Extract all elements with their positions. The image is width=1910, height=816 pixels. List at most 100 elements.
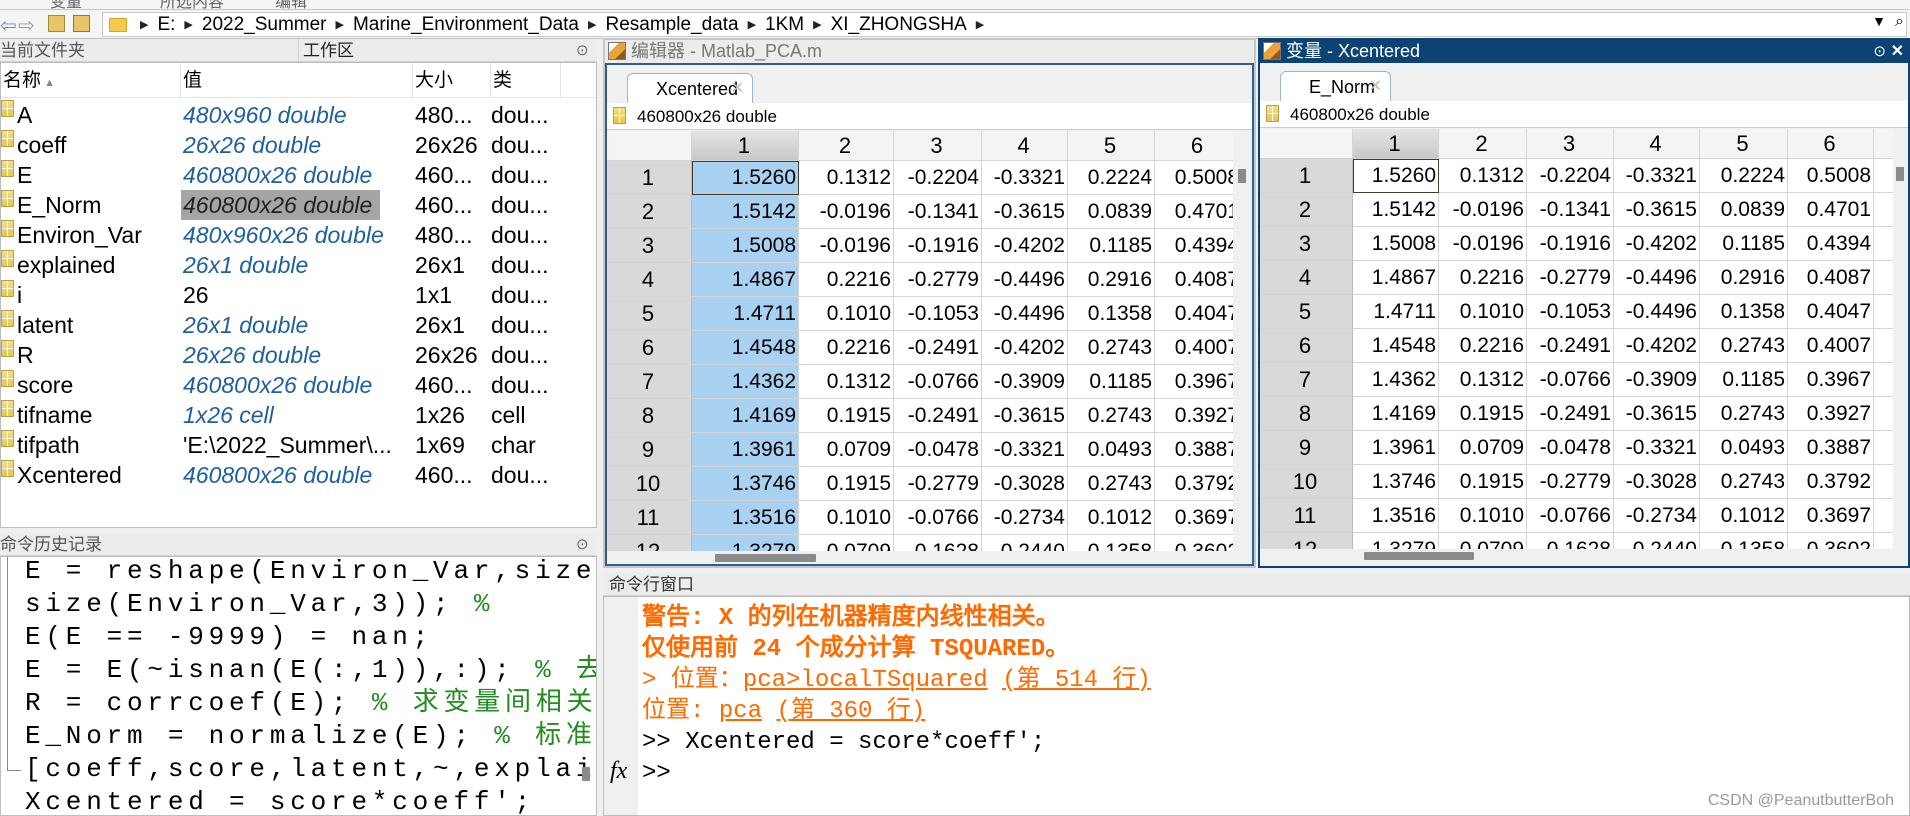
grid-cell[interactable]: 1.3746 [1353, 465, 1439, 499]
grid-cell[interactable]: 0.3887 [1788, 431, 1874, 465]
grid-cell[interactable]: -0.1053 [894, 297, 982, 331]
row-header[interactable]: 12 [1260, 533, 1353, 549]
grid-cell[interactable]: 0.1185 [1700, 227, 1788, 261]
column-header[interactable] [1874, 129, 1893, 159]
history-entry[interactable]: E(E == -9999) = nan; [25, 621, 433, 654]
grid-cell[interactable]: 0.3927 [1788, 397, 1874, 431]
command-prompt[interactable]: >> [642, 759, 671, 789]
window-menu-icon[interactable]: ⊙ [1873, 40, 1886, 63]
grid-cell[interactable]: -0.2779 [894, 467, 982, 501]
row-header[interactable]: 7 [607, 365, 692, 399]
grid-cell[interactable]: -0.2779 [1527, 465, 1614, 499]
grid-cell[interactable]: -0.3615 [1614, 193, 1700, 227]
grid-cell[interactable]: 1.4548 [692, 331, 799, 365]
workspace-row[interactable]: E_Norm 460800x26 double 460... dou... [1, 190, 596, 220]
column-header[interactable]: 1 [692, 131, 799, 161]
grid-cell[interactable]: -0.2491 [894, 399, 982, 433]
grid-cell[interactable]: 0.5008 [1788, 159, 1874, 193]
toolstrip-section[interactable]: 变量 [50, 0, 82, 9]
grid-cell[interactable]: 0.3697 [1788, 499, 1874, 533]
grid-cell[interactable]: 1.3279 [1353, 533, 1439, 549]
history-entry[interactable]: R = corrcoef(E); % 求变量间相关系数 [25, 687, 596, 720]
grid-cell[interactable]: -0.4202 [982, 331, 1068, 365]
workspace-row[interactable]: E 460800x26 double 460... dou... [1, 160, 596, 190]
grid-cell[interactable]: 0.2216 [799, 263, 894, 297]
workspace-row[interactable]: tifname 1x26 cell 1x26 cell [1, 400, 596, 430]
grid-cell[interactable]: 0.4701 [1788, 193, 1874, 227]
workspace-tab[interactable]: 工作区 [298, 39, 354, 62]
grid-cell[interactable]: -0.3909 [982, 365, 1068, 399]
grid-cell[interactable]: 0.0709 [1439, 533, 1527, 549]
grid-cell[interactable]: 0.1358 [1068, 535, 1155, 551]
grid-cell[interactable]: 0.2743 [1700, 397, 1788, 431]
tab-xcentered[interactable]: Xcentered ✕ [627, 73, 753, 103]
history-entry[interactable]: E = E(~isnan(E(:,1)),:); % 去除变量中的... [25, 654, 596, 687]
grid-cell[interactable]: 0.1312 [1439, 363, 1527, 397]
row-header[interactable]: 7 [1260, 363, 1353, 397]
grid-cell[interactable]: 1.5142 [1353, 193, 1439, 227]
grid-cell[interactable]: 1.4362 [1353, 363, 1439, 397]
close-icon[interactable]: ✕ [731, 74, 744, 104]
grid-cell[interactable]: -0.2734 [982, 501, 1068, 535]
grid-cell[interactable]: 0.2743 [1068, 331, 1155, 365]
grid-cell[interactable]: 0.0839 [1700, 193, 1788, 227]
column-header[interactable]: 6 [1788, 129, 1874, 159]
grid-cell[interactable]: 0.0709 [799, 433, 894, 467]
search-icon[interactable]: ⌕ [1895, 13, 1904, 31]
row-header[interactable]: 11 [607, 501, 692, 535]
grid-cell[interactable] [1874, 363, 1893, 397]
row-header[interactable]: 11 [1260, 499, 1353, 533]
function-link[interactable]: pca>localTSquared [743, 667, 988, 694]
grid-cell[interactable] [1874, 193, 1893, 227]
path-segment[interactable]: Marine_Environment_Data [353, 14, 579, 36]
history-entry[interactable]: size(Environ_Var,3)); % [25, 588, 494, 621]
grid-cell[interactable]: 0.0839 [1068, 195, 1155, 229]
row-header[interactable]: 9 [1260, 431, 1353, 465]
grid-cell[interactable] [1874, 499, 1893, 533]
grid-cell[interactable]: 0.1312 [799, 365, 894, 399]
column-header[interactable]: 1 [1353, 129, 1439, 159]
grid-cell[interactable]: 1.5260 [1353, 159, 1439, 193]
grid-cell[interactable]: 0.1185 [1068, 365, 1155, 399]
grid-cell[interactable]: 0.3967 [1155, 365, 1233, 399]
grid-cell[interactable]: 0.3792 [1155, 467, 1233, 501]
row-header[interactable]: 6 [1260, 329, 1353, 363]
grid-cell[interactable]: -0.0478 [1527, 431, 1614, 465]
grid-cell[interactable]: 0.1010 [1439, 295, 1527, 329]
grid-cell[interactable]: 0.3887 [1155, 433, 1233, 467]
grid-cell[interactable]: 0.4394 [1788, 227, 1874, 261]
grid-cell[interactable]: -0.2779 [1527, 261, 1614, 295]
path-segment[interactable]: 1KM [765, 14, 804, 36]
grid-cell[interactable]: 0.1185 [1068, 229, 1155, 263]
grid-cell[interactable]: 0.4087 [1788, 261, 1874, 295]
history-entry[interactable]: Xcentered = score*coeff'; [25, 786, 535, 815]
workspace-row[interactable]: Environ_Var 480x960x26 double 480... dou... [1, 220, 596, 250]
grid-cell[interactable]: -0.2204 [894, 161, 982, 195]
grid-cell[interactable]: -0.1341 [894, 195, 982, 229]
workspace-row[interactable]: latent 26x1 double 26x1 dou... [1, 310, 596, 340]
grid-cell[interactable]: -0.3321 [982, 161, 1068, 195]
grid-cell[interactable] [1874, 227, 1893, 261]
grid-cell[interactable]: 0.2743 [1068, 399, 1155, 433]
close-window-icon[interactable]: ✕ [1891, 40, 1904, 63]
grid-cell[interactable]: 0.4047 [1155, 297, 1233, 331]
grid-cell[interactable]: 1.4711 [1353, 295, 1439, 329]
column-header[interactable]: 5 [1700, 129, 1788, 159]
grid-cell[interactable]: -0.2491 [1527, 397, 1614, 431]
grid-cell[interactable]: 0.2916 [1068, 263, 1155, 297]
grid-cell[interactable]: -0.1916 [1527, 227, 1614, 261]
grid-cell[interactable]: -0.2734 [1614, 499, 1700, 533]
close-icon[interactable]: ✕ [1369, 72, 1382, 102]
grid-cell[interactable]: -0.0196 [1439, 227, 1527, 261]
grid-cell[interactable]: 1.3279 [692, 535, 799, 551]
grid-cell[interactable]: 0.1010 [799, 297, 894, 331]
grid-cell[interactable]: 1.4169 [1353, 397, 1439, 431]
grid-cell[interactable]: -0.4496 [1614, 261, 1700, 295]
grid-cell[interactable]: 0.2216 [1439, 329, 1527, 363]
workspace-row[interactable]: i 26 1x1 dou... [1, 280, 596, 310]
grid-cell[interactable]: -0.3615 [982, 195, 1068, 229]
grid-cell[interactable]: -0.1628 [1527, 533, 1614, 549]
grid-cell[interactable] [1874, 329, 1893, 363]
grid-cell[interactable]: 1.3746 [692, 467, 799, 501]
row-header[interactable]: 8 [607, 399, 692, 433]
